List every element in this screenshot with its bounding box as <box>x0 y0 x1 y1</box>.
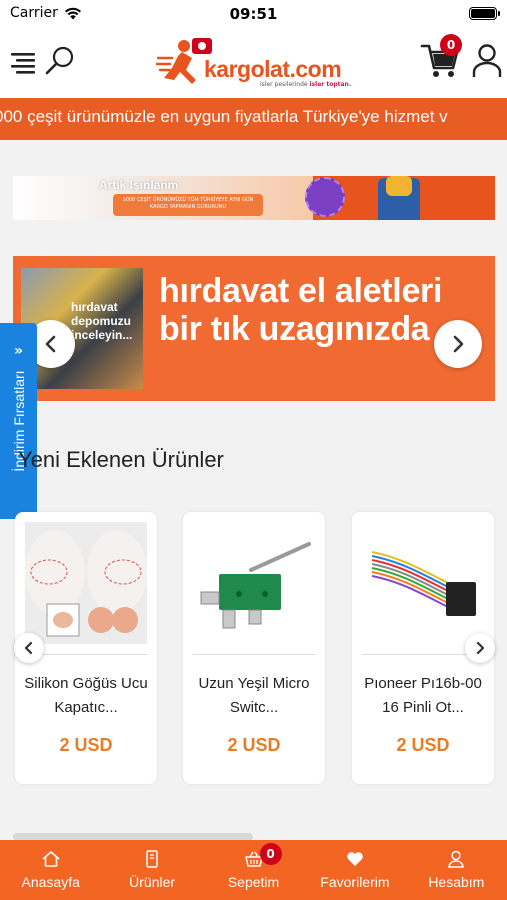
bottom-navigation: Anasayfa Ürünler Sepetim 0 Favorilerim H… <box>0 840 507 900</box>
double-chevron-right-icon: » <box>13 343 24 359</box>
search-icon[interactable] <box>44 45 76 77</box>
promo-badge-graphic <box>305 177 345 217</box>
products-next-button[interactable] <box>465 633 495 663</box>
next-section-title-fragment <box>13 833 253 840</box>
logo-tagline: isler pesilerinde isler toptan. <box>260 81 351 88</box>
product-name: Silikon Göğüs Ucu Kapatıc... <box>24 675 148 716</box>
marquee-text: 000 çeşit ürünümüzle en uygun fiyatlarla… <box>0 107 448 126</box>
product-price: 2 USD <box>227 735 281 755</box>
status-bar: Carrier 09:51 <box>0 0 507 28</box>
nav-item-account[interactable]: Hesabım <box>406 840 507 900</box>
promo-person-graphic <box>378 176 420 220</box>
logo-tagline-prefix: isler pesilerinde <box>260 81 308 88</box>
chevron-left-icon <box>45 335 56 353</box>
logo-wordmark: kargolat.com <box>204 56 342 82</box>
account-icon <box>448 850 465 868</box>
nav-cart-badge: 0 <box>259 843 282 865</box>
nav-item-cart[interactable]: Sepetim 0 <box>203 840 304 900</box>
nav-label-account: Hesabım <box>428 874 485 890</box>
product-image <box>193 522 315 644</box>
nav-item-home[interactable]: Anasayfa <box>0 840 101 900</box>
next-section-title-partial <box>13 828 293 840</box>
nav-label-cart: Sepetim <box>227 874 280 890</box>
product-image <box>362 522 484 644</box>
product-image <box>25 522 147 644</box>
heart-icon <box>347 852 363 866</box>
chevron-right-icon <box>476 642 485 654</box>
nav-item-favorites[interactable]: Favorilerim <box>304 840 405 900</box>
products-prev-button[interactable] <box>14 633 44 663</box>
app-header: kargolat.com isler pesilerinde isler top… <box>0 28 507 98</box>
nav-item-products[interactable]: Ürünler <box>101 840 202 900</box>
promo-banner-small[interactable]: Artık Işınlanm 5000 ÇEŞİT ÜRÜNÜMÜZÜ TÜM … <box>13 176 495 220</box>
battery-icon <box>469 7 500 20</box>
hero-carousel-banner[interactable]: hırdavat depomuzu inceleyin... hırdavat … <box>13 256 495 401</box>
brand-logo[interactable]: kargolat.com isler pesilerinde isler top… <box>156 36 352 92</box>
chevron-left-icon <box>24 642 33 654</box>
card-divider <box>25 654 147 655</box>
hero-next-button[interactable] <box>434 320 482 368</box>
card-divider <box>193 654 315 655</box>
products-icon <box>146 850 158 868</box>
user-icon[interactable] <box>472 44 502 78</box>
nav-label-favorites: Favorilerim <box>320 874 390 890</box>
nav-label-products: Ürünler <box>129 874 176 890</box>
product-price: 2 USD <box>59 735 113 755</box>
section-title-new-products: Yeni Eklenen Ürünler <box>18 447 224 472</box>
product-name: Pıoneer Pı16b-00 16 Pinli Ot... <box>364 675 482 716</box>
nav-label-home: Anasayfa <box>21 874 80 890</box>
promo-banner-pill: 5000 ÇEŞİT ÜRÜNÜMÜZÜ TÜM TÜRKİYEYE AYNI … <box>113 194 263 216</box>
product-card[interactable]: Uzun Yeşil Micro Switc... 2 USD <box>183 512 325 784</box>
discount-side-tab[interactable]: » İndirim Fırsatları <box>0 323 37 519</box>
chevron-right-icon <box>453 335 464 353</box>
menu-icon[interactable] <box>10 51 36 75</box>
product-price: 2 USD <box>396 735 450 755</box>
logo-tagline-highlight: isler toptan. <box>309 81 352 88</box>
cart-count-badge: 0 <box>440 34 462 56</box>
announcement-marquee: 000 çeşit ürünümüzle en uygun fiyatlarla… <box>0 98 507 140</box>
promo-banner-title: Artık Işınlanm <box>99 178 179 192</box>
product-name: Uzun Yeşil Micro Switc... <box>198 675 310 716</box>
hero-photo-caption: hırdavat depomuzu inceleyin... <box>71 300 133 342</box>
clock: 09:51 <box>229 5 278 23</box>
home-icon <box>42 851 60 867</box>
